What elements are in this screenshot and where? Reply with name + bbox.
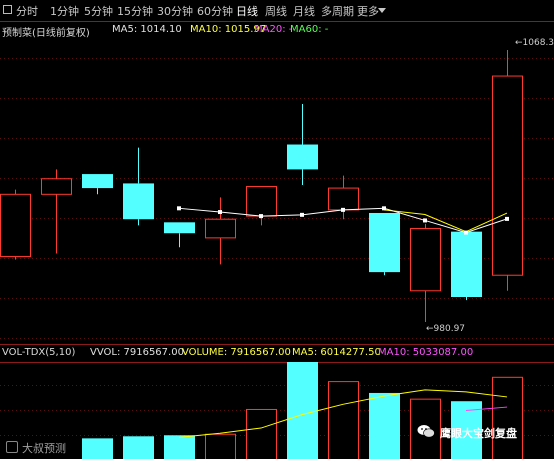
ma5-line-point: [341, 207, 345, 212]
volume-bar-down: [369, 392, 400, 459]
ma5-line-point: [505, 216, 509, 221]
volume-readout: VOLUME: 7916567.00: [182, 347, 291, 358]
wechat-icon: [417, 425, 435, 438]
chart-canvas[interactable]: [0, 0, 554, 459]
vol-ma5-readout: MA5: 6014277.50: [292, 347, 381, 358]
volume-bar-up: [492, 376, 523, 459]
ma5-line-point: [382, 206, 386, 211]
ma5-line-point: [177, 206, 181, 211]
candle-body-down: [164, 222, 195, 234]
volume-bar-down: [164, 435, 195, 459]
high-price-label: ←1068.37: [515, 38, 554, 48]
watermark-right: 鹰眼大宝剑复盘: [440, 427, 517, 440]
vol-ma10-readout: MA10: 5033087.00: [378, 347, 474, 358]
watermark-logo-icon: [6, 441, 18, 453]
volume-bar-up: [205, 433, 236, 459]
low-arrow: ←: [426, 324, 434, 334]
grid: [0, 21, 554, 436]
candle-body-up: [492, 75, 523, 276]
candle-body-down: [369, 212, 400, 273]
candle-body-up: [205, 218, 236, 239]
volume-bar-down: [123, 436, 154, 459]
candle-body-up: [328, 187, 359, 211]
candle-body-down: [123, 183, 154, 220]
ma5-line-point: [259, 214, 263, 219]
candle-body-up: [246, 186, 277, 217]
volume-bar-up: [246, 408, 277, 459]
vvol-readout: VVOL: 7916567.00: [90, 347, 184, 358]
security-name: 预制菜(日线前复权): [2, 28, 90, 39]
high-arrow: ←: [515, 38, 523, 48]
ma20-readout: MA20: -: [254, 24, 293, 35]
candle-body-up: [410, 228, 441, 292]
volume-bar-up: [328, 381, 359, 459]
low-price-label: ←980.97: [426, 324, 466, 334]
watermark-left: 大叔预测: [22, 442, 66, 455]
candle-body-up: [41, 178, 72, 195]
volume-bar-down: [82, 438, 113, 459]
candle-body-down: [287, 144, 318, 170]
candles: [0, 50, 523, 322]
ma5-line-point: [464, 230, 468, 235]
ma60-readout: MA60: -: [290, 24, 329, 35]
candle-body-down: [82, 174, 113, 189]
volume-bar-down: [287, 362, 318, 459]
ma5-line-point: [423, 218, 427, 223]
ma5-line-point: [300, 212, 304, 217]
ma5-line-point: [218, 210, 222, 215]
candle-body-down: [451, 231, 482, 298]
ma5-readout: MA5: 1014.10: [112, 24, 182, 35]
ma10-line: [383, 209, 508, 233]
vol-indicator-name: VOL-TDX(5,10): [2, 347, 76, 358]
candle-body-up: [0, 193, 31, 258]
